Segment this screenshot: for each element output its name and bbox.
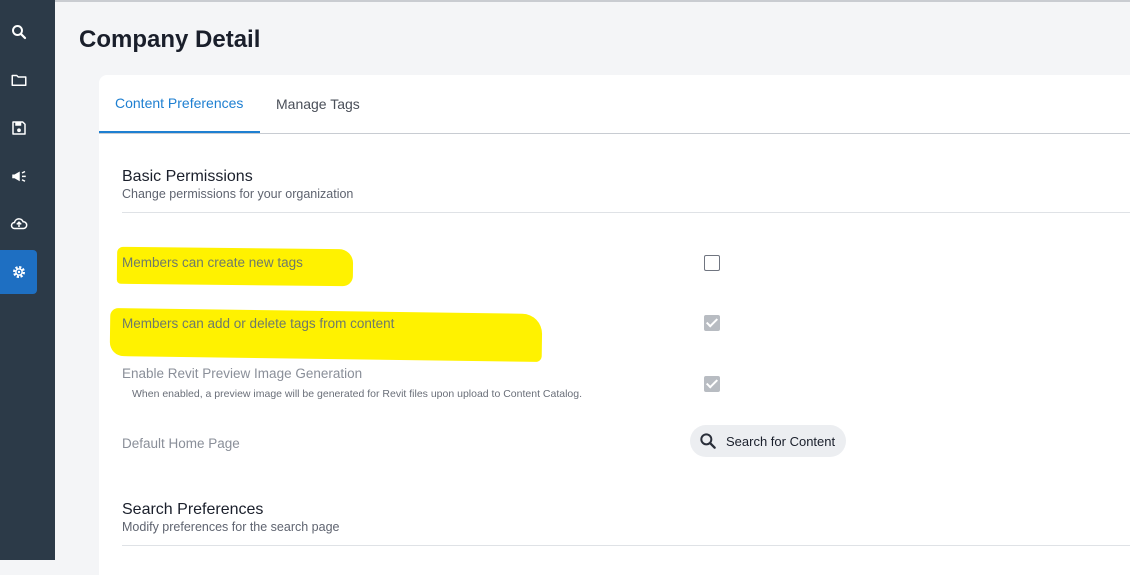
page-title: Company Detail — [79, 26, 261, 53]
search-icon — [11, 25, 26, 40]
nav-announcements[interactable] — [0, 154, 37, 198]
top-border — [55, 0, 1130, 2]
revit-preview-checkbox[interactable] — [704, 376, 720, 392]
search-icon — [700, 433, 716, 449]
tab-manage-tags[interactable]: Manage Tags — [260, 75, 376, 132]
gear-icon — [12, 266, 25, 278]
folder-icon — [11, 74, 26, 86]
basic-permissions-title: Basic Permissions — [122, 168, 253, 185]
nav-save[interactable] — [0, 106, 37, 150]
sidebar — [0, 0, 55, 560]
basic-permissions-subtitle: Change permissions for your organization — [122, 187, 354, 201]
nav-folder[interactable] — [0, 58, 37, 102]
nav-upload[interactable] — [0, 202, 37, 246]
default-home-page-select[interactable]: Search for Content — [690, 425, 846, 457]
section-divider — [122, 545, 1130, 546]
search-preferences-subtitle: Modify preferences for the search page — [122, 520, 340, 534]
add-delete-tags-checkbox[interactable] — [704, 315, 720, 331]
megaphone-icon — [11, 170, 26, 182]
tab-bar: Content Preferences Manage Tags — [99, 75, 1130, 134]
revit-preview-description: When enabled, a preview image will be ge… — [132, 388, 583, 400]
nav-settings[interactable] — [0, 250, 37, 294]
section-divider — [122, 212, 1130, 213]
create-tags-label: Members can create new tags — [122, 255, 303, 270]
add-delete-tags-label: Members can add or delete tags from cont… — [122, 316, 395, 331]
default-home-page-value: Search for Content — [726, 433, 836, 449]
settings-card: Content Preferences Manage Tags Basic Pe… — [99, 75, 1130, 575]
tab-content-preferences[interactable]: Content Preferences — [99, 75, 260, 133]
nav-search[interactable] — [0, 10, 37, 54]
search-preferences-title: Search Preferences — [122, 501, 264, 518]
save-icon — [11, 121, 26, 135]
create-tags-checkbox[interactable] — [704, 255, 720, 271]
cloud-upload-icon — [10, 218, 27, 230]
default-home-page-label: Default Home Page — [122, 436, 240, 451]
revit-preview-label: Enable Revit Preview Image Generation — [122, 366, 363, 381]
